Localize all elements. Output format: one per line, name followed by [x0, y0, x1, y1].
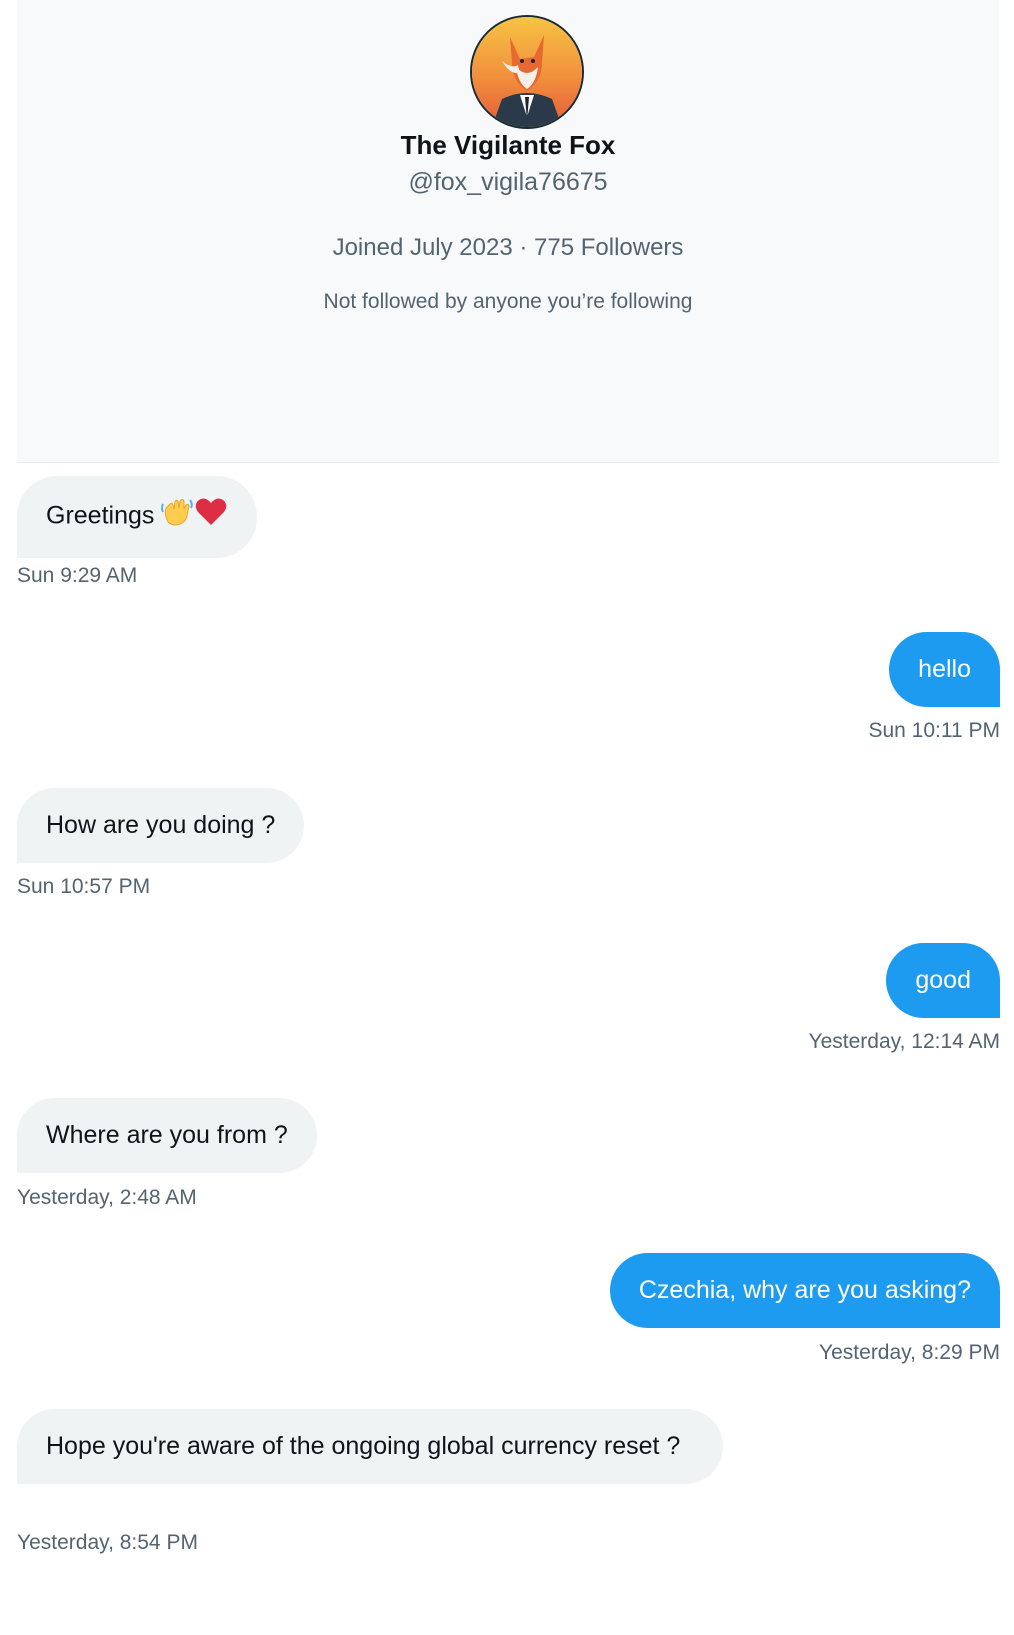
message-text: How are you doing ? [46, 811, 276, 839]
message-timestamp: Sun 9:29 AM [17, 564, 138, 587]
message-timestamp: Yesterday, 8:29 PM [819, 1341, 1000, 1364]
avatar[interactable] [470, 15, 584, 129]
profile-handle: @fox_vigila76675 [408, 168, 608, 196]
profile-name[interactable]: The Vigilante Fox [17, 130, 999, 161]
message-bubble-outgoing[interactable]: hello [889, 632, 1000, 707]
message-bubble-outgoing[interactable]: Czechia, why are you asking? [609, 1253, 1000, 1328]
message-bubble-incoming[interactable]: How are you doing ? [17, 788, 305, 863]
message-text: Greetings [46, 501, 155, 530]
message-text: Czechia, why are you asking? [638, 1276, 971, 1304]
message-bubble-incoming[interactable]: Where are you from ? [17, 1098, 317, 1173]
fox-avatar-icon [472, 17, 582, 127]
message-text: hello [918, 655, 971, 683]
waving-hand-icon [160, 496, 194, 538]
message-timestamp: Sun 10:11 PM [868, 719, 1000, 742]
message-timestamp: Sun 10:57 PM [17, 875, 151, 898]
message-timestamp: Yesterday, 12:14 AM [808, 1030, 1000, 1053]
red-heart-icon [194, 496, 228, 538]
message-timestamp: Yesterday, 2:48 AM [17, 1186, 197, 1209]
message-timestamp: Yesterday, 8:54 PM [17, 1531, 198, 1554]
profile-card: The Vigilante Fox @fox_vigila76675 Joine… [17, 0, 999, 463]
message-text: Hope you're aware of the ongoing global … [46, 1432, 681, 1460]
message-text: Where are you from ? [46, 1121, 288, 1149]
profile-meta: Joined July 2023 · 775 Followers [332, 234, 684, 261]
message-bubble-incoming[interactable]: Hope you're aware of the ongoing global … [17, 1409, 723, 1484]
message-bubble-incoming[interactable]: Greetings [17, 476, 258, 558]
message-text: good [915, 966, 971, 994]
profile-followed-by-note: Not followed by anyone you’re following [323, 290, 693, 313]
message-bubble-outgoing[interactable]: good [886, 943, 1000, 1018]
